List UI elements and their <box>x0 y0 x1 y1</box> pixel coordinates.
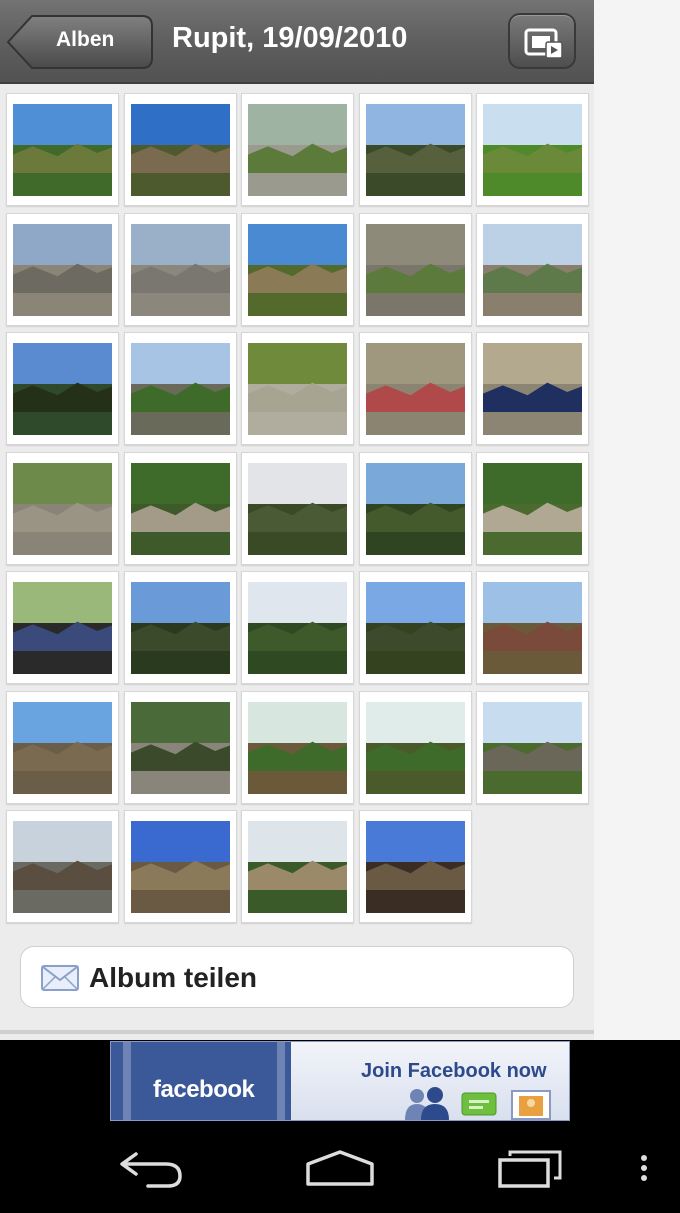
slideshow-icon <box>524 28 563 59</box>
photo-image <box>13 463 112 555</box>
home-icon[interactable] <box>304 1148 376 1188</box>
photo-image <box>13 582 112 674</box>
photo-image <box>248 343 347 435</box>
photo-image <box>248 224 347 316</box>
photo-thumbnail[interactable] <box>124 452 237 565</box>
photo-thumbnail[interactable] <box>124 691 237 804</box>
photo-thumbnail[interactable] <box>6 571 119 684</box>
photo-image <box>13 821 112 913</box>
photo-thumbnail[interactable] <box>241 452 354 565</box>
photo-image <box>366 224 465 316</box>
photo-thumbnail[interactable] <box>359 571 472 684</box>
photo-image <box>13 343 112 435</box>
people-icon <box>405 1087 449 1120</box>
photo-album-screen: Alben Rupit, 19/09/2010 Album teilen <box>0 0 680 1040</box>
photo-thumbnail[interactable] <box>124 93 237 206</box>
photo-thumbnail[interactable] <box>241 332 354 445</box>
photo-image <box>366 702 465 794</box>
photo-image <box>366 463 465 555</box>
photo-image <box>13 702 112 794</box>
photo-thumbnail[interactable] <box>6 452 119 565</box>
back-arrow-icon[interactable] <box>118 1148 184 1188</box>
photo-thumbnail[interactable] <box>241 571 354 684</box>
photo-image <box>483 224 582 316</box>
photo-thumbnail[interactable] <box>359 93 472 206</box>
share-album-label: Album teilen <box>89 962 258 993</box>
content-divider <box>0 1030 594 1034</box>
photo-grid <box>6 93 590 923</box>
photo-image <box>13 224 112 316</box>
photo-thumbnail[interactable] <box>359 452 472 565</box>
photo-image <box>366 582 465 674</box>
photo-image <box>483 343 582 435</box>
photo-image <box>483 582 582 674</box>
album-title: Rupit, 19/09/2010 <box>172 22 408 54</box>
photo-thumbnail[interactable] <box>124 213 237 326</box>
photo-thumbnail[interactable] <box>124 332 237 445</box>
photo-image <box>248 104 347 196</box>
photo-image <box>483 702 582 794</box>
photo-image <box>248 821 347 913</box>
photo-image <box>248 582 347 674</box>
action-bar: Alben Rupit, 19/09/2010 <box>0 0 594 84</box>
system-navigation-bar <box>0 1128 680 1213</box>
photo-thumbnail[interactable] <box>124 571 237 684</box>
photo-image <box>13 104 112 196</box>
ad-cta-panel: Join Facebook now <box>291 1042 569 1120</box>
photo-image <box>366 821 465 913</box>
photo-image <box>131 224 230 316</box>
slideshow-button[interactable] <box>508 13 576 69</box>
photo-image <box>131 702 230 794</box>
back-button-label: Alben <box>56 28 115 51</box>
photo-thumbnail[interactable] <box>124 810 237 923</box>
photo-thumbnail[interactable] <box>476 213 589 326</box>
envelope-icon <box>41 965 79 991</box>
overflow-menu-icon[interactable] <box>638 1148 650 1188</box>
photo-thumbnail[interactable] <box>476 452 589 565</box>
facebook-ad-banner[interactable]: facebook Join Facebook now <box>110 1041 570 1121</box>
photo-thumbnail[interactable] <box>359 691 472 804</box>
photo-thumbnail[interactable] <box>476 571 589 684</box>
photo-image <box>248 463 347 555</box>
photo-thumbnail[interactable] <box>6 213 119 326</box>
chat-icon <box>461 1092 497 1116</box>
photo-thumbnail[interactable] <box>476 691 589 804</box>
photo-thumbnail[interactable] <box>359 213 472 326</box>
photo-thumbnail[interactable] <box>6 810 119 923</box>
photo-image <box>131 104 230 196</box>
photo-image <box>131 582 230 674</box>
ad-logo-panel: facebook <box>111 1042 291 1120</box>
photo-thumbnail[interactable] <box>359 810 472 923</box>
photo-image <box>366 104 465 196</box>
right-gutter <box>594 0 680 1040</box>
photo-image <box>131 343 230 435</box>
photo-thumbnail[interactable] <box>6 691 119 804</box>
photo-thumbnail[interactable] <box>241 93 354 206</box>
photo-image <box>131 463 230 555</box>
photo-thumbnail[interactable] <box>476 332 589 445</box>
photo-thumbnail[interactable] <box>359 332 472 445</box>
photo-image <box>248 702 347 794</box>
albums-back-button[interactable]: Alben <box>6 14 154 70</box>
share-album-button[interactable]: Album teilen <box>20 946 574 1008</box>
photo-image <box>483 463 582 555</box>
ad-cta-text: Join Facebook now <box>361 1060 547 1082</box>
photo-thumbnail[interactable] <box>476 93 589 206</box>
photo-thumbnail[interactable] <box>241 213 354 326</box>
recent-apps-icon[interactable] <box>498 1148 564 1188</box>
photo-image <box>131 821 230 913</box>
photo-thumbnail[interactable] <box>241 691 354 804</box>
photo-thumbnail[interactable] <box>6 332 119 445</box>
photo-image <box>483 104 582 196</box>
facebook-logo-text: facebook <box>153 1076 255 1103</box>
photo-thumbnail[interactable] <box>241 810 354 923</box>
photo-image <box>366 343 465 435</box>
photo-icon <box>511 1090 551 1120</box>
photo-thumbnail[interactable] <box>6 93 119 206</box>
